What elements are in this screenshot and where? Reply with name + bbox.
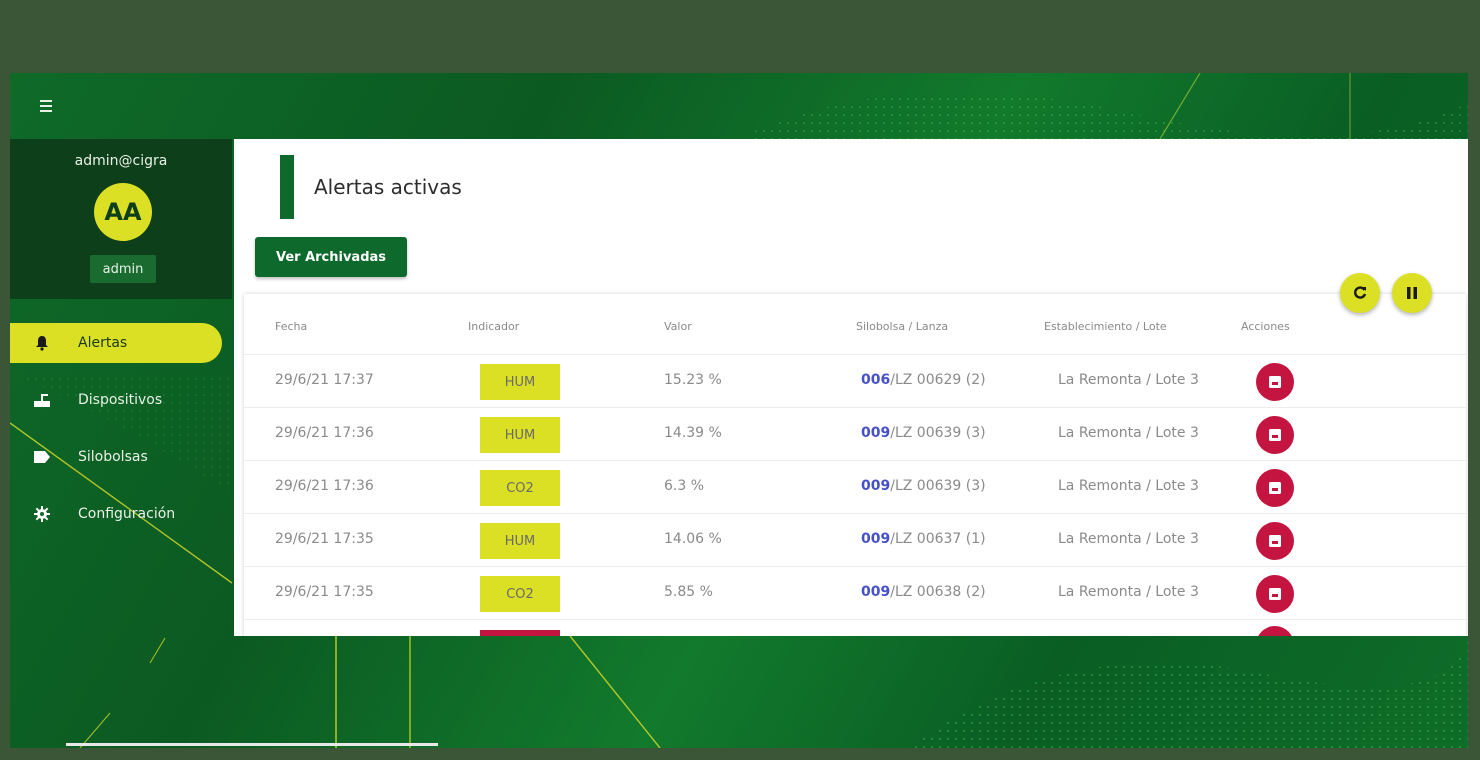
indicator-badge: HUM [480,364,560,400]
sidebar-item-label: Silobolsas [78,449,148,465]
lanza-text: /LZ 00637 (1) [890,531,986,547]
sidebar-item-dispositivos[interactable]: Dispositivos [10,380,232,420]
table-row: 29/6/21 17:36 CO2 6.3 % 009/LZ 00639 (3)… [244,460,1466,514]
cell-valor: 14.06 % [664,531,722,547]
indicator-badge: CO2 [480,470,560,506]
archive-alert-button[interactable] [1256,416,1294,454]
silobolsa-link[interactable]: 009 [861,425,890,441]
indicator-badge: HUM [480,417,560,453]
title-accent-bar [280,155,294,219]
page-title: Alertas activas [314,175,462,199]
table-row-partial [244,619,1466,636]
main-content: Alertas activas Ver Archivadas Fecha Ind… [234,139,1468,636]
lanza-text: /LZ 00639 (3) [890,478,986,494]
archive-alert-button[interactable] [1256,575,1294,613]
bell-icon [32,334,52,352]
column-header-silobolsa: Silobolsa / Lanza [856,320,949,333]
cell-establecimiento: La Remonta / Lote 3 [1058,584,1199,600]
cell-silobolsa: 009/LZ 00637 (1) [861,531,986,547]
sidebar-item-label: Configuración [78,506,176,522]
cell-valor: 6.3 % [664,478,705,494]
archive-alert-button[interactable] [1256,522,1294,560]
table-row: 29/6/21 17:37 HUM 15.23 % 006/LZ 00629 (… [244,354,1466,408]
column-header-establecimiento: Establecimiento / Lote [1044,320,1167,333]
device-icon [32,391,52,409]
cell-fecha: 29/6/21 17:36 [275,478,374,494]
gear-icon [32,505,52,523]
table-row: 29/6/21 17:35 HUM 14.06 % 009/LZ 00637 (… [244,513,1466,567]
refresh-icon [1354,286,1367,299]
silobolsa-link[interactable]: 009 [861,531,890,547]
indicator-badge: HUM [480,523,560,559]
cell-fecha: 29/6/21 17:35 [275,584,374,600]
top-app-bar [10,73,1468,139]
column-header-valor: Valor [664,320,692,333]
cell-establecimiento: La Remonta / Lote 3 [1058,478,1199,494]
user-email: admin@cigra [74,153,168,169]
sidebar-item-label: Alertas [78,335,128,351]
indicator-badge: CO2 [480,576,560,612]
archive-icon [1269,482,1281,494]
cell-fecha: 29/6/21 17:35 [275,531,374,547]
cell-establecimiento: La Remonta / Lote 3 [1058,531,1199,547]
cell-silobolsa: 006/LZ 00629 (2) [861,372,986,388]
alerts-table: Fecha Indicador Valor Silobolsa / Lanza … [244,294,1466,636]
table-row: 29/6/21 17:36 HUM 14.39 % 009/LZ 00639 (… [244,407,1466,461]
tag-icon [32,448,52,466]
sidebar-item-label: Dispositivos [78,392,163,408]
archive-alert-button[interactable] [1256,363,1294,401]
view-archived-button[interactable]: Ver Archivadas [255,237,407,277]
table-row: 29/6/21 17:35 CO2 5.85 % 009/LZ 00638 (2… [244,566,1466,620]
cell-valor: 5.85 % [664,584,713,600]
sidebar-item-alertas[interactable]: Alertas [10,323,222,363]
archive-icon [1269,376,1281,388]
column-header-acciones: Acciones [1241,320,1290,333]
archive-alert-button[interactable] [1256,469,1294,507]
cell-fecha: 29/6/21 17:36 [275,425,374,441]
screenshot-frame: admin@cigra AA admin Alertas Dispositivo… [0,0,1480,760]
column-header-fecha: Fecha [275,320,308,333]
cell-establecimiento: La Remonta / Lote 3 [1058,425,1199,441]
role-badge: admin [90,255,156,283]
app-window: admin@cigra AA admin Alertas Dispositivo… [10,73,1468,748]
pause-icon [1407,287,1417,299]
lanza-text: /LZ 00639 (3) [890,425,986,441]
cell-valor: 15.23 % [664,372,722,388]
refresh-button[interactable] [1340,273,1380,313]
archive-alert-button[interactable] [1256,626,1294,636]
lanza-text: /LZ 00638 (2) [890,584,986,600]
cell-fecha: 29/6/21 17:37 [275,372,374,388]
user-profile-panel: admin@cigra AA admin [10,139,232,299]
pause-button[interactable] [1392,273,1432,313]
archive-icon [1269,588,1281,600]
column-header-indicador: Indicador [468,320,520,333]
menu-icon[interactable] [34,97,60,117]
cell-establecimiento: La Remonta / Lote 3 [1058,372,1199,388]
silobolsa-link[interactable]: 009 [861,478,890,494]
lanza-text: /LZ 00629 (2) [890,372,986,388]
cell-silobolsa: 009/LZ 00638 (2) [861,584,986,600]
sidebar-nav: Alertas Dispositivos Silobolsas Configur… [10,323,232,551]
cell-silobolsa: 009/LZ 00639 (3) [861,425,986,441]
avatar: AA [94,183,152,241]
cell-silobolsa: 009/LZ 00639 (3) [861,478,986,494]
cell-valor: 14.39 % [664,425,722,441]
archive-icon [1269,429,1281,441]
silobolsa-link[interactable]: 009 [861,584,890,600]
archive-icon [1269,535,1281,547]
silobolsa-link[interactable]: 006 [861,372,890,388]
indicator-badge [480,630,560,636]
sidebar-item-configuracion[interactable]: Configuración [10,494,232,534]
sidebar-item-silobolsas[interactable]: Silobolsas [10,437,232,477]
